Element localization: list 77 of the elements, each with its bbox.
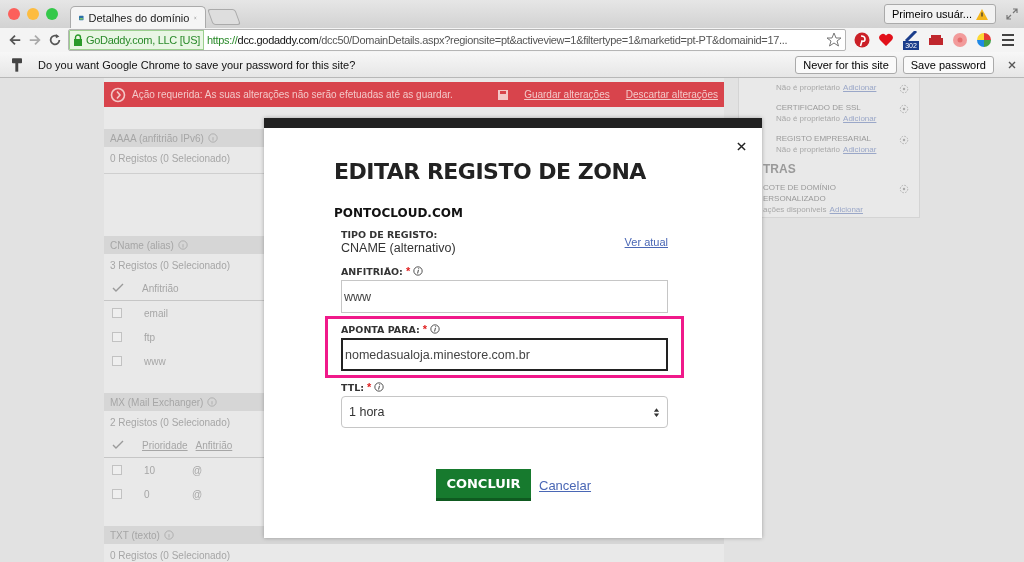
tab-title: Detalhes do domínio [88, 11, 190, 24]
circle-extension-icon[interactable] [952, 32, 968, 48]
product-title: REGISTO EMPRESARIAL [776, 133, 872, 144]
record-count: 0 Registos (0 Selecionado) [109, 151, 231, 166]
info-icon[interactable] [430, 324, 441, 334]
pin-extension-icon[interactable] [854, 32, 870, 48]
product-title: CERTIFICADO DE SSL [776, 102, 862, 113]
record-type: CNAME (alternativo) [341, 241, 456, 255]
required-mark: * [422, 323, 428, 335]
back-icon[interactable] [8, 33, 22, 47]
product-title: COTE DE DOMÍNIO [763, 182, 837, 193]
required-mark: * [367, 381, 372, 393]
view-current-link[interactable]: Ver atual [624, 236, 668, 248]
forward-icon[interactable] [28, 33, 42, 47]
url-text: https://dcc.godaddy.com/dcc50/DomainDetails.aspx?regionsite=pt&activeview=1&filtertype=1&marketid=pt-PT&domainid=17... [206, 34, 788, 46]
new-tab-button[interactable] [207, 9, 241, 25]
key-icon [12, 57, 22, 72]
profile-button[interactable]: Primeiro usuár... [883, 4, 996, 24]
minimize-window-button[interactable] [27, 8, 39, 20]
info-icon[interactable] [374, 382, 385, 392]
record-count: 3 Registos (0 Selecionado) [109, 258, 231, 273]
table-cell-text: @ [192, 464, 204, 476]
zoom-window-button[interactable] [46, 8, 58, 20]
alert-icon [110, 86, 126, 103]
table-cell-text: @ [192, 488, 204, 500]
field-label: TTL: [341, 381, 365, 393]
menu-icon[interactable] [1000, 32, 1016, 48]
check-icon[interactable] [112, 440, 124, 450]
ttl-select[interactable]: 1 hora [341, 396, 668, 428]
address-bar[interactable]: GoDaddy.com, LLC [US] https://dcc.godaddy.com/dcc50/DomainDetails.aspx?regionsite=pt&activeview=1&filtertype=1&marketid=pt-PT&domainid=17... [68, 29, 846, 51]
field-label: ANFITRIÃO: [341, 265, 403, 277]
check-icon[interactable] [112, 283, 124, 293]
table-cell-text: email [144, 307, 169, 319]
lock-icon [73, 34, 83, 46]
row-checkbox[interactable] [112, 356, 122, 366]
input-field[interactable]: nomedasualoja.minestore.com.br [341, 338, 668, 371]
bookmark-star-icon[interactable] [826, 32, 842, 48]
required-mark: * [405, 265, 411, 277]
row-checkbox[interactable] [112, 465, 122, 475]
info-icon[interactable] [413, 266, 424, 276]
dialog-title: EDITAR REGISTO DE ZONA [334, 159, 647, 184]
heart-icon[interactable] [878, 32, 894, 48]
warning-icon [976, 8, 988, 20]
fullscreen-icon[interactable] [1006, 8, 1018, 20]
browser-tab[interactable]: Detalhes do domínio [70, 6, 206, 28]
table-cell-text: www [144, 355, 167, 367]
table-cell-text: 10 [144, 464, 157, 476]
floppy-icon [498, 89, 509, 100]
infobar-button[interactable]: Save password [902, 55, 994, 74]
updown-arrows-icon [653, 406, 660, 418]
product-title: ERSONALIZADO [763, 193, 827, 204]
close-icon[interactable] [1008, 60, 1016, 69]
cancel-link[interactable]: Cancelar [539, 477, 592, 493]
field-label: APONTA PARA: [341, 323, 420, 335]
reload-icon[interactable] [48, 33, 62, 47]
infobar-button[interactable]: Never for this site [795, 55, 897, 74]
table-cell-text: ftp [144, 331, 157, 343]
banner-link[interactable]: Descartar alterações [625, 89, 718, 100]
banner-link[interactable]: Guardar alterações [524, 89, 610, 100]
pen-icon [903, 30, 919, 41]
record-count: 0 Registos (0 Selecionado) [109, 548, 231, 562]
table-cell-text: 0 [144, 488, 151, 500]
domain-name: PONTOCLOUD.COM [334, 206, 464, 220]
color-wheel-icon[interactable] [976, 32, 992, 48]
submit-button[interactable]: CONCLUIR [436, 469, 531, 501]
close-window-button[interactable] [8, 8, 20, 20]
record-count: 2 Registos (0 Selecionado) [109, 415, 231, 430]
row-checkbox[interactable] [112, 308, 122, 318]
extras-heading: TRAS [763, 161, 797, 178]
row-checkbox[interactable] [112, 332, 122, 342]
alert-message: Ação requerida: As suas alterações não serão efetuadas até as guardar. [132, 89, 453, 100]
certificate-owner: GoDaddy.com, LLC [US] [86, 34, 200, 46]
save-password-prompt: Do you want Google Chrome to save your password for this site? [38, 58, 356, 71]
row-checkbox[interactable] [112, 489, 122, 499]
input-field[interactable]: www [341, 280, 668, 313]
field-label: TIPO DE REGISTO: [341, 229, 439, 240]
close-icon[interactable] [737, 142, 746, 151]
